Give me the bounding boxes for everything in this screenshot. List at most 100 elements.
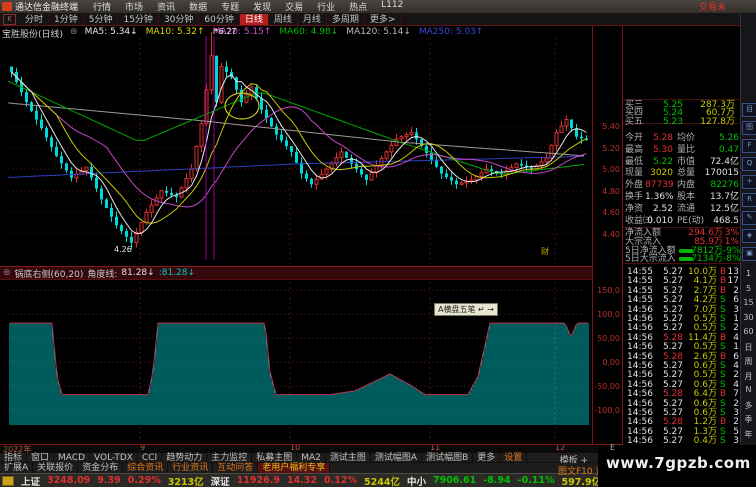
gear-icon[interactable]: ⊜ — [70, 27, 78, 37]
indicator-tab-7[interactable]: 主力监控 — [207, 452, 253, 463]
main-chart[interactable] — [0, 26, 592, 266]
period-item-7[interactable]: 日线 — [239, 13, 269, 25]
period-item-1[interactable]: 分时 — [20, 13, 50, 25]
axis-label-3: 5.00 — [602, 165, 620, 174]
toolbar-period-多[interactable]: 多 — [741, 400, 756, 411]
status-segment-1[interactable]: 上证 — [21, 474, 40, 487]
period-item-5[interactable]: 30分钟 — [159, 13, 200, 25]
menu-item-4[interactable]: 数据 — [182, 0, 214, 13]
menu-item-6[interactable]: 发现 — [246, 0, 278, 13]
indicator-tab-9[interactable]: MA2 — [297, 452, 326, 463]
period-item-10[interactable]: 多周期 — [327, 13, 365, 25]
status-segment-11[interactable]: 中小 — [407, 474, 426, 487]
toolbar-period-季[interactable]: 季 — [741, 414, 756, 425]
status-segment-3[interactable]: 9.39 — [97, 475, 120, 486]
info-tab-1[interactable]: 扩展A — [0, 463, 34, 473]
indicator-tab-6[interactable]: 趋势动力 — [162, 452, 208, 463]
toolbar-icon-4[interactable]: Q — [742, 157, 756, 171]
toolbar-period-周[interactable]: 周 — [741, 356, 756, 367]
period-item-2[interactable]: 1分钟 — [49, 13, 84, 25]
info-tab-7[interactable]: 老用户福利专享 — [258, 463, 331, 473]
menu-item-3[interactable]: 资讯 — [150, 0, 182, 13]
menu-item-8[interactable]: 行业 — [310, 0, 342, 13]
quote-panel[interactable]: 买三 5.25 287.3万 买四 5.24 60.7万 买五 5.23 127.8万 今开 5.2… — [622, 26, 741, 446]
toolbar-period-30[interactable]: 30 — [741, 313, 756, 322]
period-item-9[interactable]: 月线 — [298, 13, 327, 25]
status-segment-2[interactable]: 3248.09 — [47, 475, 90, 486]
menu-item-2[interactable]: 市场 — [118, 0, 150, 13]
status-segment-8[interactable]: 14.32 — [287, 475, 317, 486]
ma-value-5: MA120: 5.14↓ — [346, 27, 411, 37]
status-segment-10[interactable]: 5244亿 — [364, 474, 400, 487]
toolbar-icon-5[interactable]: + — [742, 175, 756, 189]
period-item-6[interactable]: 60分钟 — [199, 13, 240, 25]
chart-tooltip: A横盘五笔 ↵ → — [434, 303, 498, 316]
indicator-tab-3[interactable]: MACD — [54, 452, 91, 463]
indicator-tab-1[interactable]: 指标 — [0, 452, 28, 463]
menu-item-7[interactable]: 交易 — [278, 0, 310, 13]
toolbar-period-15[interactable]: 15 — [741, 298, 756, 307]
period-item-11[interactable]: 更多> — [365, 13, 402, 25]
status-segment-9[interactable]: 0.12% — [324, 475, 357, 486]
period-item-8[interactable]: 周线 — [269, 13, 298, 25]
tick-row-19[interactable]: 14:56 5.27 0.4万 S 3 — [623, 436, 741, 446]
indicator-tab-10[interactable]: 测试主图 — [326, 452, 371, 463]
toolbar-period-年[interactable]: 年 — [741, 429, 756, 440]
indicator-tab-12[interactable]: 测试幅图B — [422, 452, 474, 463]
axis-label-8: 100.0 — [597, 310, 620, 319]
toolbar-icon-2[interactable]: 图 — [742, 121, 756, 135]
menu-item-9[interactable]: 热点 — [342, 0, 374, 13]
ma-header: 宝胜股份(日线) ⊜ MA5: 5.34↓ MA10: 5.32↑ MA20: 5.… — [2, 27, 484, 40]
indicator-tab-4[interactable]: VOL-TDX — [90, 452, 138, 463]
toolbar-period-N[interactable]: N — [741, 385, 756, 394]
indicator-tab-11[interactable]: 测试幅图A — [371, 452, 423, 463]
toolbar-period-日[interactable]: 日 — [741, 342, 756, 353]
info-tab-6[interactable]: 互动问答 — [213, 463, 259, 473]
toolbar-period-1[interactable]: 1 — [741, 269, 756, 278]
indicator-tab-13[interactable]: 更多 — [473, 452, 501, 463]
toolbar-icon-8[interactable]: ◈ — [742, 229, 756, 243]
high-price-label: ↱6.27 — [212, 27, 237, 36]
toolbar-period-月[interactable]: 月 — [741, 371, 756, 382]
info-row-5: 外盘 87739 内盘 82276 — [625, 180, 739, 191]
symbol-title[interactable]: 宝胜股份(日线) — [2, 27, 63, 40]
menu-item-1[interactable]: 行情 — [86, 0, 118, 13]
ma-value-6: MA250: 5.03↑ — [418, 27, 484, 37]
period-item-4[interactable]: 15分钟 — [118, 13, 159, 25]
period-item-3[interactable]: 5分钟 — [84, 13, 119, 25]
indicator-header[interactable]: ⊜ 锅底右侧(60,20) 角度线: 81.28↓ :81.28↓ — [0, 266, 593, 280]
status-segment-7[interactable]: 11926.9 — [237, 475, 280, 486]
info-row-1: 今开 5.28 均价 5.26 — [625, 133, 739, 143]
indicator-tab-2[interactable]: 窗口 — [27, 452, 55, 463]
info-tab-3[interactable]: 资金分布 — [78, 463, 124, 473]
trade-status-label[interactable]: 交易未 — [699, 0, 756, 13]
status-segment-6[interactable]: 深证 — [211, 474, 230, 487]
indicator-gear-icon[interactable]: ⊜ — [3, 268, 11, 278]
toolbar-icon-9[interactable]: ▣ — [742, 247, 756, 261]
status-segment-12[interactable]: 7906.61 — [433, 475, 476, 486]
indicator-panel[interactable] — [0, 280, 592, 445]
indicator-tab-5[interactable]: CCI — [138, 452, 163, 463]
toolbar-period-5[interactable]: 5 — [741, 284, 756, 293]
status-segment-13[interactable]: -8.94 — [483, 475, 510, 486]
toolbar-icon-6[interactable]: R — [742, 193, 756, 207]
toolbar-period-60[interactable]: 60 — [741, 327, 756, 336]
kline-icon[interactable]: K — [3, 13, 16, 25]
indicator-tab-14[interactable]: 设置 — [500, 452, 528, 463]
menu-item-5[interactable]: 专题 — [214, 0, 246, 13]
buy-row-5[interactable]: 买五 5.23 127.8万 — [623, 117, 741, 127]
info-tab-5[interactable]: 行业资讯 — [168, 463, 214, 473]
status-segment-5[interactable]: 3213亿 — [168, 474, 204, 487]
indicator-tab-8[interactable]: 私募主图 — [252, 452, 298, 463]
indicator-tabs-row: 指标 窗口 MACD VOL-TDX CCI 趋势动力 主力监控 私募主图 MA2 测试主图 测试幅… — [0, 452, 622, 466]
toolbar-icon-1[interactable]: 目 — [742, 103, 756, 117]
info-tab-2[interactable]: 关联报价 — [33, 463, 79, 473]
status-segment-4[interactable]: 0.29% — [128, 475, 161, 486]
status-segment-14[interactable]: -0.11% — [518, 475, 555, 486]
toolbar-icon-3[interactable]: F — [742, 139, 756, 153]
menu-item-10[interactable]: L112 — [374, 0, 410, 13]
info-tab-4[interactable]: 综合资讯 — [123, 463, 169, 473]
folder-icon[interactable] — [2, 475, 14, 486]
toolbar-icon-7[interactable]: ✎ — [742, 211, 756, 225]
info-row-7: 净资 2.52 流通 12.5亿 — [625, 203, 739, 214]
